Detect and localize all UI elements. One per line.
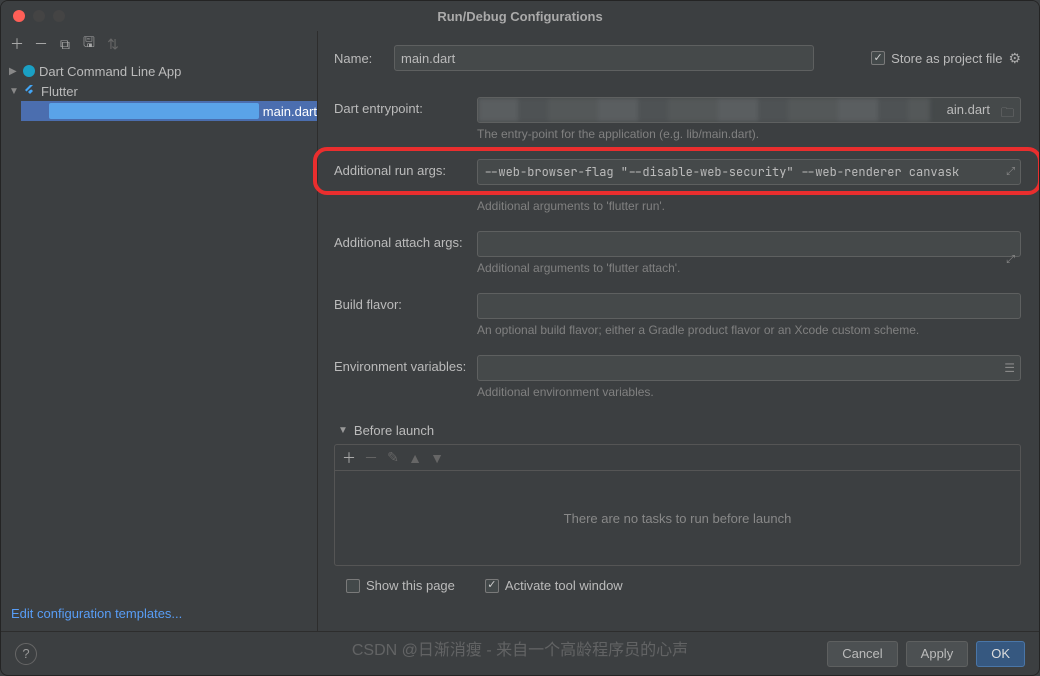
show-page-checkbox[interactable] [346,579,360,593]
edit-templates-link[interactable]: Edit configuration templates... [1,596,317,631]
dialog-body: ＋ － ⧉ 🖫 ⇅ ▶ Dart Command Line App ▼ Flut… [1,31,1039,631]
remove-task-button[interactable]: － [361,448,381,468]
before-launch-title: Before launch [354,423,434,438]
copy-config-button[interactable]: ⧉ [55,34,75,54]
env-hint: Additional environment variables. [477,385,1021,399]
window-title: Run/Debug Configurations [437,9,602,24]
env-list-icon[interactable]: ☰ [1004,361,1015,375]
add-config-button[interactable]: ＋ [7,34,27,54]
config-form: Name: Store as project file ⚙ Dart entry… [318,31,1039,631]
zoom-window-btn[interactable] [53,10,65,22]
move-up-button[interactable]: ▲ [405,448,425,468]
activate-tool-checkbox[interactable] [485,579,499,593]
edit-task-button[interactable]: ✎ [383,448,403,468]
sort-config-button[interactable]: ⇅ [103,34,123,54]
before-launch-section: ▼ Before launch ＋ － ✎ ▲ ▼ There are no t… [334,423,1021,593]
remove-config-button[interactable]: － [31,34,51,54]
env-label: Environment variables: [334,355,477,374]
save-config-button[interactable]: 🖫 [79,34,99,54]
entrypoint-hint: The entry-point for the application (e.g… [477,127,1021,141]
tree-label: Flutter [41,84,78,99]
store-as-project[interactable]: Store as project file ⚙ [871,50,1021,67]
gear-icon[interactable]: ⚙ [1008,50,1021,67]
flavor-label: Build flavor: [334,293,477,312]
name-label: Name: [334,51,394,66]
dialog-footer: ? Cancel Apply OK [1,631,1039,675]
activate-tool-label: Activate tool window [505,578,623,593]
before-launch-toolbar: ＋ － ✎ ▲ ▼ [334,444,1021,470]
flutter-icon [23,84,37,98]
caret-right-icon: ▶ [9,66,19,77]
config-tree: ▶ Dart Command Line App ▼ Flutter main.d… [1,57,317,596]
minimize-window-btn[interactable] [33,10,45,22]
store-checkbox[interactable] [871,51,885,65]
flavor-hint: An optional build flavor; either a Gradl… [477,323,1021,337]
tree-label: main.dart [263,104,317,119]
browse-folder-icon[interactable]: 🗀 [1001,104,1014,123]
cancel-button[interactable]: Cancel [827,641,897,667]
entrypoint-suffix: ain.dart [947,102,990,117]
show-page-label: Show this page [366,578,455,593]
attach-args-label: Additional attach args: [334,231,477,250]
tree-node-main[interactable]: main.dart [21,101,317,121]
run-args-input[interactable] [477,159,1021,185]
show-page-check[interactable]: Show this page [346,578,455,593]
flavor-input[interactable] [477,293,1021,319]
run-debug-config-window: Run/Debug Configurations ＋ － ⧉ 🖫 ⇅ ▶ Dar… [0,0,1040,676]
tree-node-flutter[interactable]: ▼ Flutter [1,81,317,101]
ok-button[interactable]: OK [976,641,1025,667]
run-args-hint: Additional arguments to 'flutter run'. [477,199,1021,213]
run-args-row-highlighted: Additional run args: ⤢ [334,159,1021,185]
dart-icon [23,65,35,77]
tree-label: Dart Command Line App [39,64,181,79]
store-label: Store as project file [891,51,1002,66]
add-task-button[interactable]: ＋ [339,448,359,468]
flutter-file-icon [49,103,259,119]
tree-node-dart[interactable]: ▶ Dart Command Line App [1,61,317,81]
move-down-button[interactable]: ▼ [427,448,447,468]
close-window-btn[interactable] [13,10,25,22]
expand-icon[interactable]: ⤢ [1006,166,1015,179]
help-button[interactable]: ? [15,643,37,665]
name-input[interactable] [394,45,814,71]
caret-down-icon: ▼ [338,425,348,436]
apply-button[interactable]: Apply [906,641,969,667]
entrypoint-label: Dart entrypoint: [334,97,477,116]
sidebar-toolbar: ＋ － ⧉ 🖫 ⇅ [1,31,317,57]
attach-args-input[interactable] [477,231,1021,257]
before-launch-header[interactable]: ▼ Before launch [334,423,1021,438]
window-controls [13,10,65,22]
before-launch-empty: There are no tasks to run before launch [334,470,1021,566]
activate-tool-check[interactable]: Activate tool window [485,578,623,593]
attach-args-hint: Additional arguments to 'flutter attach'… [477,261,1021,275]
env-input[interactable] [477,355,1021,381]
caret-down-icon: ▼ [9,86,19,97]
expand-icon[interactable]: ⤢ [1006,254,1015,267]
sidebar: ＋ － ⧉ 🖫 ⇅ ▶ Dart Command Line App ▼ Flut… [1,31,318,631]
titlebar: Run/Debug Configurations [1,1,1039,31]
entrypoint-blurred [478,98,930,122]
run-args-label: Additional run args: [334,159,477,178]
